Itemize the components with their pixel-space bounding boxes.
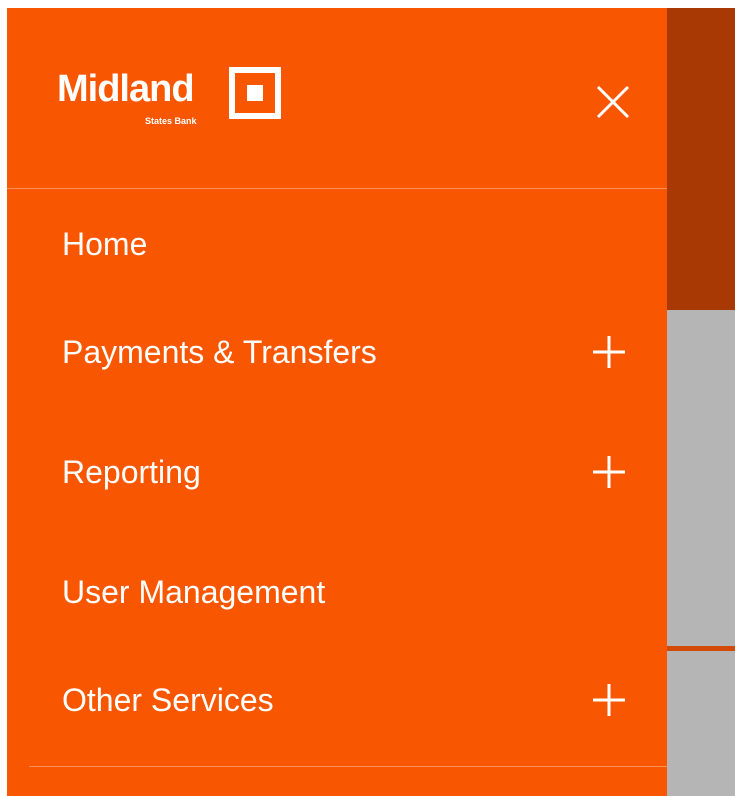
drawer-header: Midland States Bank: [7, 8, 667, 189]
background-header: [667, 8, 735, 310]
menu-item-other-services[interactable]: Other Services: [7, 665, 667, 735]
close-button[interactable]: [589, 78, 637, 126]
plus-icon[interactable]: [591, 334, 627, 370]
square-logo-icon: [229, 67, 281, 119]
menu-item-label: Home: [62, 226, 148, 262]
logo-wordmark: Midland: [57, 68, 195, 110]
menu-item-label: User Management: [62, 574, 326, 610]
plus-icon[interactable]: [591, 454, 627, 490]
background-divider: [667, 646, 735, 651]
close-icon: [596, 85, 630, 119]
menu-item-home[interactable]: Home: [7, 209, 667, 279]
plus-icon[interactable]: [591, 682, 627, 718]
navigation-drawer: Midland States Bank Home Payments & Tran…: [7, 8, 667, 796]
logo-tagline: States Bank: [145, 116, 197, 126]
menu-item-label: Other Services: [62, 682, 274, 718]
menu-item-user-management[interactable]: User Management: [7, 557, 667, 627]
menu-item-reporting[interactable]: Reporting: [7, 437, 667, 507]
background-overlay[interactable]: [667, 310, 735, 796]
menu-bottom-divider: [29, 766, 667, 767]
page-top-strip: [0, 0, 735, 8]
menu-item-payments-transfers[interactable]: Payments & Transfers: [7, 317, 667, 387]
bank-logo[interactable]: Midland States Bank: [57, 65, 287, 135]
menu-item-label: Payments & Transfers: [62, 334, 377, 370]
menu-item-label: Reporting: [62, 454, 201, 490]
